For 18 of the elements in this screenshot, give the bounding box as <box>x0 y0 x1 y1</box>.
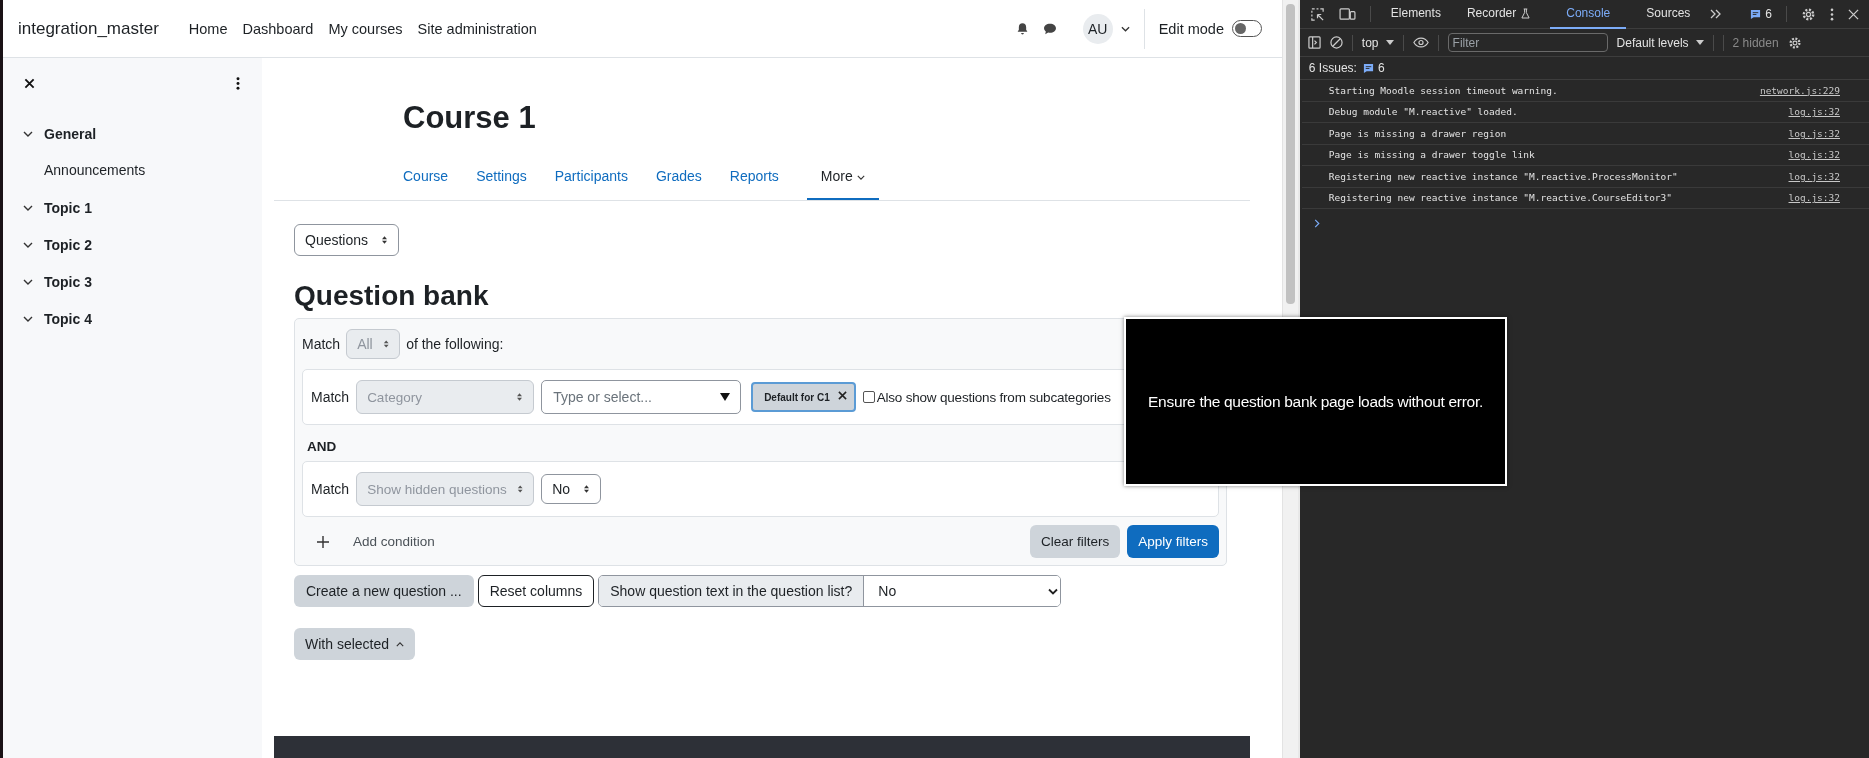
condition-joiner: AND <box>307 439 338 454</box>
page-heading: Question bank <box>294 280 490 312</box>
tooltip: Ensure the question bank page loads without error. <box>1124 317 1507 486</box>
hidden-count: 2 hidden <box>1732 35 1779 50</box>
issues-label: 6 Issues: <box>1308 61 1357 75</box>
match-label: Match <box>311 389 350 405</box>
match-label: Match <box>302 336 341 352</box>
log-message: Debug module "M.reactive" loaded. <box>1328 106 1518 118</box>
log-message: Page is missing a drawer toggle link <box>1328 149 1535 161</box>
log-message: Registering new reactive instance "M.reactive.CourseEditor3" <box>1328 192 1673 204</box>
match-suffix: of the following: <box>406 336 504 352</box>
log-message: Page is missing a drawer region <box>1328 127 1507 139</box>
edit-mode-label: Edit mode <box>1158 20 1224 37</box>
course-title: Course 1 <box>403 100 537 136</box>
checkbox-label: Also show questions from subcategories <box>876 389 1111 405</box>
match-label: Match <box>311 481 350 497</box>
log-message: Starting Moodle session timeout warning. <box>1328 84 1558 96</box>
log-message: Registering new reactive instance "M.reactive.ProcessMonitor" <box>1328 170 1678 182</box>
